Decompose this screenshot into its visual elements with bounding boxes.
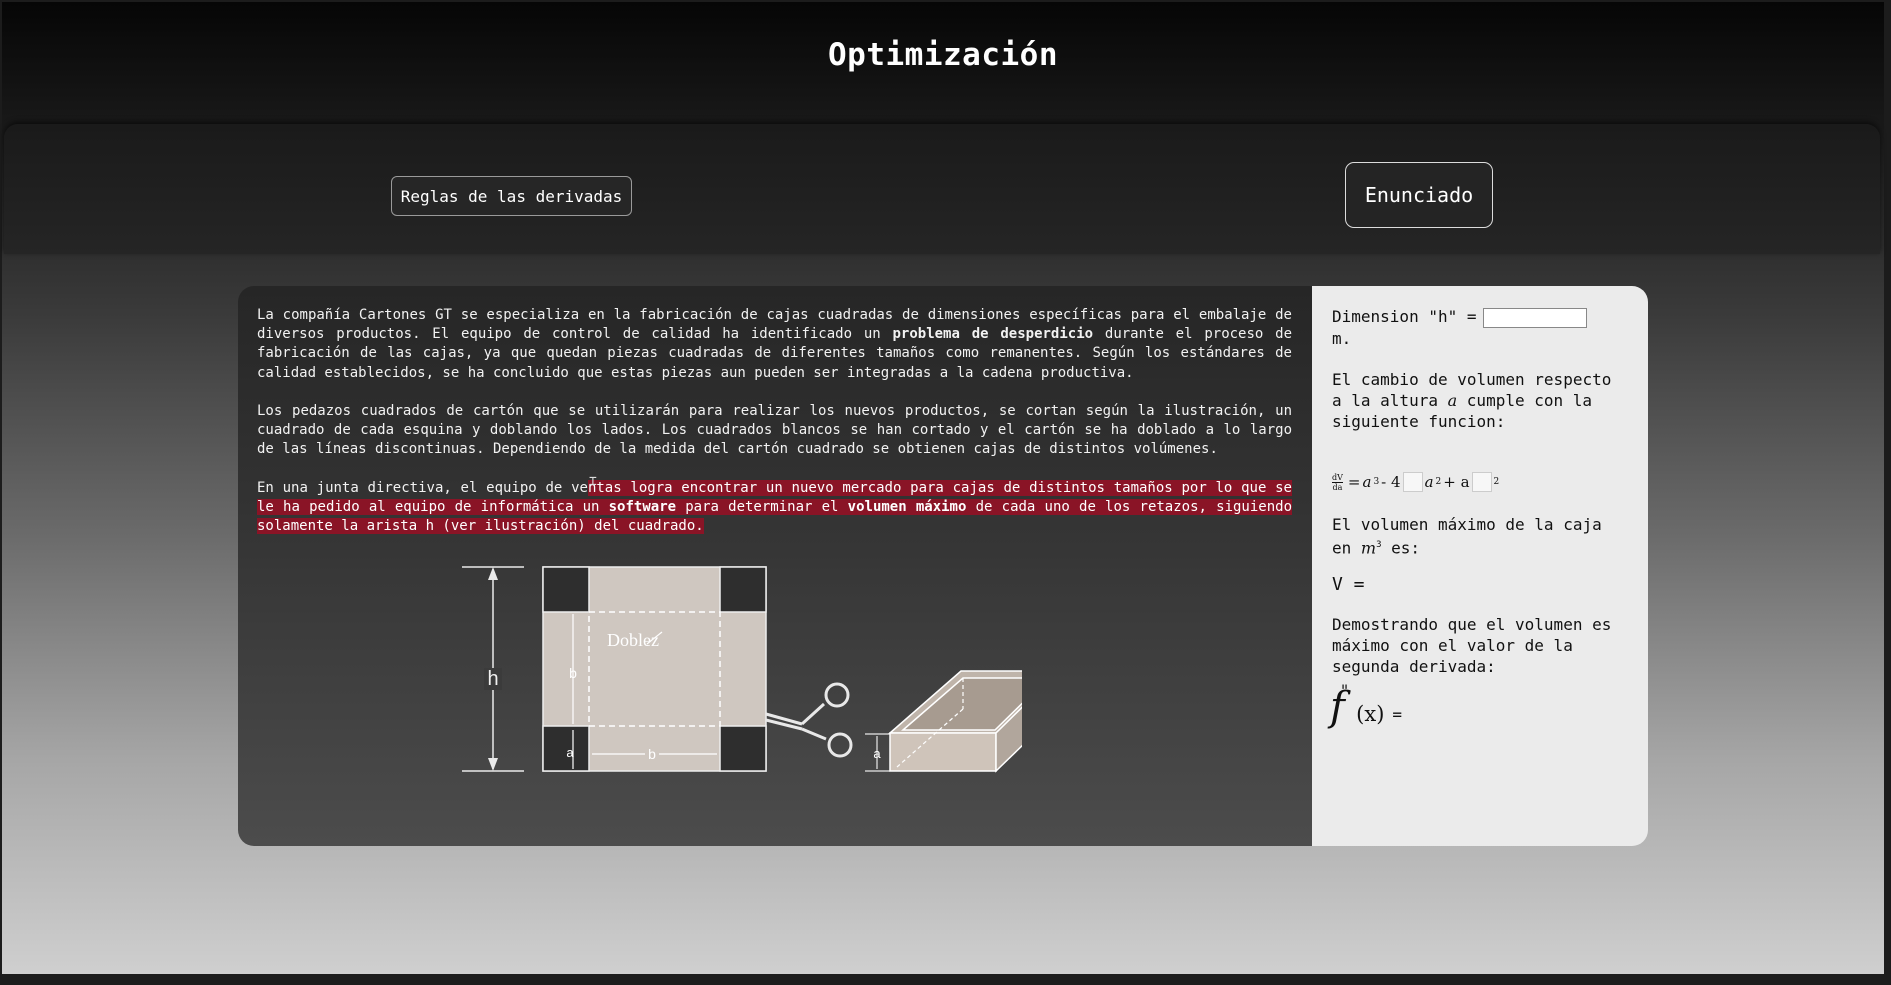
corner-cut-tr xyxy=(719,566,767,613)
arrow-down-icon xyxy=(488,758,498,771)
statement-button[interactable]: Enunciado xyxy=(1345,162,1493,228)
volume-result: V = xyxy=(1332,574,1365,595)
fold-label: Doblez xyxy=(607,630,659,650)
b-label-horizontal: b xyxy=(648,746,656,762)
scissors-icon xyxy=(765,682,853,758)
page-title: Optimización xyxy=(828,37,1058,73)
box-illustration: h b b a Doblez a xyxy=(462,566,1022,773)
statement-panel: La compañía Cartones GT se especializa e… xyxy=(238,286,1312,846)
statement-paragraph-1: La compañía Cartones GT se especializa e… xyxy=(257,307,1292,381)
derivative-formula: dV da = a3 - 4 a2 + a 2 xyxy=(1332,472,1500,492)
a-label-box: a xyxy=(873,746,881,761)
arrow-up-icon xyxy=(488,567,498,580)
coefficient-input-2[interactable] xyxy=(1471,472,1492,492)
top-band xyxy=(4,124,1880,254)
answer-panel: Dimension "h" = m. El cambio de volumen … xyxy=(1312,286,1648,846)
dimension-unit: m. xyxy=(1332,328,1352,348)
second-derivative-text: Demostrando que el volumen es máximo con… xyxy=(1332,615,1612,676)
content-card: La compañía Cartones GT se especializa e… xyxy=(238,286,1648,846)
dv-da-fraction: dV da xyxy=(1332,472,1343,492)
statement-paragraph-3: En una junta directiva, el equipo de ven… xyxy=(257,480,1292,535)
dimension-row: Dimension "h" = m. xyxy=(1332,306,1587,349)
change-text: El cambio de volumen respecto a la altur… xyxy=(1332,370,1612,431)
corner-cut-tl xyxy=(542,566,590,613)
statement-paragraph-2: Los pedazos cuadrados de cartón que se u… xyxy=(257,403,1292,458)
dimension-h-input[interactable] xyxy=(1482,307,1587,328)
h-label: h xyxy=(487,668,498,690)
corner-cut-br xyxy=(719,725,767,772)
b-label-vertical: b xyxy=(569,665,577,681)
app-frame: Optimización Reglas de las derivadas Enu… xyxy=(0,0,1886,976)
second-derivative-formula: f " (x) = xyxy=(1330,681,1403,730)
text-cursor-icon: ⌶ xyxy=(589,474,597,489)
coefficient-input-1[interactable] xyxy=(1402,472,1423,492)
max-volume-text: El volumen máximo de la caja en m3 es: xyxy=(1332,515,1602,558)
rules-button[interactable]: Reglas de las derivadas xyxy=(391,176,632,216)
dimension-label: Dimension "h" = xyxy=(1332,307,1477,326)
a-label-corner: a xyxy=(566,745,574,760)
